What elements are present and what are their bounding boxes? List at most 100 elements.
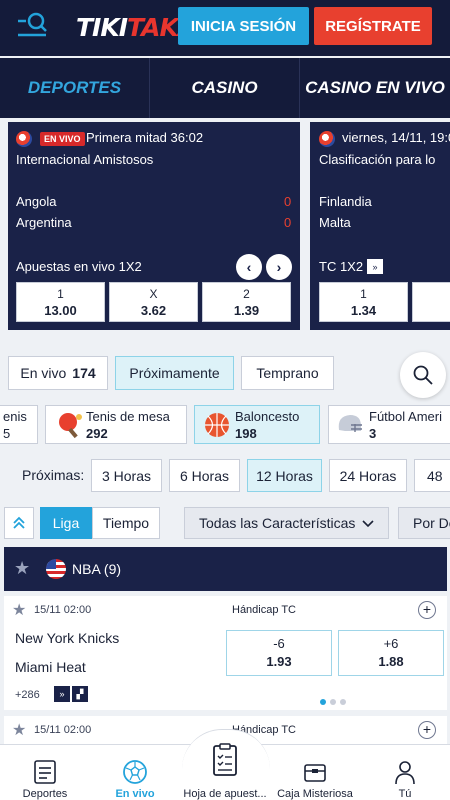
sort-by-league[interactable]: Liga [40, 507, 92, 539]
odds-button[interactable]: 1 1.34 [319, 282, 408, 322]
chevron-right-icon[interactable]: › [266, 254, 292, 280]
betslip-icon [213, 743, 237, 776]
country-flag-icon [16, 131, 32, 147]
nav-en-vivo[interactable]: En vivo [90, 745, 180, 800]
more-markets-count[interactable]: +286 [15, 689, 40, 701]
login-button[interactable]: INICIA SESIÓN [178, 7, 309, 45]
soccer-ball-icon [123, 760, 147, 784]
odds-button[interactable] [412, 282, 450, 322]
odds-value: 1.88 [378, 654, 404, 669]
odds-button[interactable]: +6 1.88 [338, 630, 444, 676]
league-name: Clasificación para lo [319, 152, 436, 167]
tab-casino[interactable]: CASINO [150, 58, 300, 118]
plus-icon[interactable]: + [418, 601, 436, 619]
league-name: Internacional Amistosos [16, 152, 154, 167]
time-option-48h[interactable]: 48 [414, 459, 450, 492]
odds-value: 1.93 [266, 654, 292, 669]
sport-tenis[interactable]: enis 5 [0, 405, 38, 444]
filter-temprano[interactable]: Temprano [241, 356, 334, 390]
odds-button[interactable]: 2 1.39 [202, 282, 291, 322]
main-nav: DEPORTES CASINO CASINO EN VIVO [0, 58, 450, 118]
odds-button[interactable]: X 3.62 [109, 282, 198, 322]
odds-value: 1.34 [350, 303, 377, 318]
market-label: Hándicap TC [232, 604, 296, 616]
nav-label: Caja Misteriosa [277, 788, 353, 800]
odds-button[interactable]: -6 1.93 [226, 630, 332, 676]
live-badge: EN VIVO [40, 132, 85, 146]
nav-label: Deportes [22, 788, 68, 800]
double-chevron-up-icon [13, 516, 25, 529]
sport-name: Tenis de mesa [86, 409, 170, 424]
collapse-all-button[interactable] [4, 507, 34, 539]
usa-flag-icon [46, 559, 66, 579]
features-dropdown-value: Todas las Características [199, 515, 356, 531]
away-team: Malta [319, 215, 351, 230]
fast-forward-icon: » [367, 259, 383, 274]
event-row[interactable]: ★ 15/11 02:00 Hándicap TC + New York Kni… [4, 596, 447, 710]
user-icon [395, 761, 415, 785]
time-option-3h[interactable]: 3 Horas [91, 459, 162, 492]
odds-label: 2 [243, 287, 250, 301]
odds-value: 1.39 [233, 303, 260, 318]
time-option-24h[interactable]: 24 Horas [329, 459, 407, 492]
sport-futbol-americano[interactable]: Fútbol Ameri 3 [328, 405, 450, 444]
bottom-nav: Deportes En vivo Hoja de apuest... Caja … [0, 729, 450, 800]
fast-forward-icon: » [54, 686, 70, 702]
odds-label: +6 [383, 636, 399, 651]
basketball-icon [205, 413, 229, 437]
stats-icon: ▞ [72, 686, 88, 702]
sport-name: Fútbol Ameri [369, 409, 442, 424]
nav-hoja-de-apuestas[interactable]: Hoja de apuest... [178, 743, 272, 800]
register-button[interactable]: REGÍSTRATE [314, 7, 432, 45]
tab-deportes[interactable]: DEPORTES [0, 58, 150, 118]
league-title: NBA (9) [72, 561, 122, 577]
nav-deportes[interactable]: Deportes [0, 745, 90, 800]
pagination-dots [320, 692, 350, 710]
page-dot[interactable] [340, 699, 346, 705]
tab-casino-en-vivo[interactable]: CASINO EN VIVO [300, 58, 450, 118]
sport-name: enis [3, 409, 27, 424]
live-event-card[interactable]: viernes, 14/11, 19:0 Clasificación para … [310, 122, 450, 330]
sort-by-time[interactable]: Tiempo [92, 507, 160, 539]
event-filters: En vivo 174 Próximamente Temprano [0, 348, 450, 396]
search-menu-icon[interactable] [14, 10, 50, 40]
sport-count: 292 [86, 426, 108, 441]
event-date: 15/11 02:00 [34, 724, 92, 736]
plus-icon[interactable]: + [418, 721, 436, 739]
sport-tenis-de-mesa[interactable]: Tenis de mesa 292 [45, 405, 187, 444]
top-header: TIKITAKA INICIA SESIÓN REGÍSTRATE [0, 0, 450, 56]
chevron-left-icon[interactable]: ‹ [236, 254, 262, 280]
logo-part-1: TIKI [76, 13, 128, 42]
filter-en-vivo[interactable]: En vivo 174 [8, 356, 108, 390]
sport-count: 198 [235, 426, 257, 441]
star-icon[interactable]: ★ [12, 720, 26, 740]
page-dot[interactable] [320, 699, 326, 705]
sport-count: 3 [369, 426, 377, 441]
sport-count: 5 [3, 426, 11, 441]
time-option-12h[interactable]: 12 Horas [247, 459, 322, 492]
star-icon[interactable]: ★ [14, 558, 30, 579]
odds-value: 13.00 [44, 303, 77, 318]
sort-dropdown[interactable]: Por De [398, 507, 450, 539]
star-icon[interactable]: ★ [12, 600, 26, 620]
nav-caja-misteriosa[interactable]: Caja Misteriosa [270, 745, 360, 800]
nav-label: Tú [398, 788, 412, 800]
sports-list-icon [34, 760, 56, 784]
live-event-card[interactable]: EN VIVO Primera mitad 36:02 Internaciona… [8, 122, 300, 330]
market-name: TC 1X2 [319, 259, 364, 274]
sport-baloncesto[interactable]: Baloncesto 198 [194, 405, 320, 444]
match-time: Primera mitad 36:02 [86, 130, 204, 145]
odds-label: X [149, 287, 158, 301]
mystery-box-icon [304, 764, 326, 782]
sort-dropdown-value: Por De [413, 515, 450, 531]
away-score: 0 [284, 215, 292, 230]
odds-button[interactable]: 1 13.00 [16, 282, 105, 322]
search-button[interactable] [400, 352, 446, 398]
nav-tu[interactable]: Tú [360, 745, 450, 800]
filter-proximamente[interactable]: Próximamente [115, 356, 234, 390]
page-dot[interactable] [330, 699, 336, 705]
away-team: Miami Heat [15, 659, 86, 675]
league-header[interactable]: ★ NBA (9) [4, 547, 447, 591]
time-option-6h[interactable]: 6 Horas [169, 459, 240, 492]
features-dropdown[interactable]: Todas las Características [184, 507, 389, 539]
